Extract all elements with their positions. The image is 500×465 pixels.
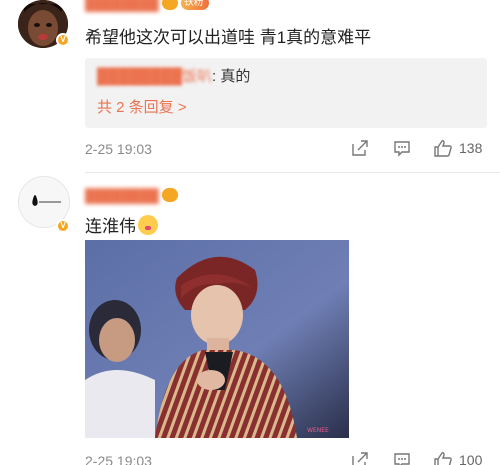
fan-badge[interactable]: 铁粉	[180, 0, 209, 10]
comment-button[interactable]	[393, 451, 411, 465]
comment-text-content: 连淮伟	[85, 217, 136, 236]
comment-icon	[394, 141, 410, 157]
timestamp: 2-25 19:03	[85, 141, 152, 157]
share-icon	[352, 452, 368, 465]
reply-username[interactable]: ████████饭叭	[97, 68, 212, 85]
like-icon	[434, 452, 452, 465]
emoji-icon	[138, 215, 158, 235]
comment-meta: 2-25 19:03 100	[85, 451, 487, 465]
share-button[interactable]	[351, 139, 369, 157]
comment-item: V ████████ 连淮伟 WENEE 2-25 19:03 100	[0, 176, 500, 465]
username-row: ████████	[85, 186, 178, 204]
like-count: 138	[459, 140, 483, 156]
divider	[85, 172, 500, 173]
share-button[interactable]	[351, 451, 369, 465]
comment-text: 希望他这次可以出道哇 青1真的意难平	[85, 28, 372, 47]
like-icon	[434, 140, 452, 157]
share-icon	[352, 140, 368, 156]
username[interactable]: ████████	[85, 0, 159, 11]
like-button[interactable]: 100	[433, 451, 482, 465]
like-button[interactable]: 138	[433, 139, 482, 157]
comment-item: V ████████ 铁粉 希望他这次可以出道哇 青1真的意难平 ███████…	[0, 0, 500, 172]
fan-heart-icon	[161, 0, 178, 10]
verified-badge-icon: V	[56, 219, 70, 233]
reply-text: : 真的	[212, 68, 251, 85]
verified-badge-icon: V	[56, 33, 70, 47]
comment-button[interactable]	[393, 139, 411, 157]
username-row: ████████ 铁粉	[85, 0, 209, 12]
like-count: 100	[459, 452, 483, 465]
comment-icon	[394, 453, 410, 465]
svg-text:WENEE: WENEE	[307, 427, 329, 434]
comment-image[interactable]: WENEE	[85, 240, 349, 438]
fan-heart-icon	[161, 188, 178, 202]
timestamp: 2-25 19:03	[85, 453, 152, 465]
comment-meta: 2-25 19:03 138	[85, 139, 487, 161]
comment-text: 连淮伟	[85, 212, 158, 237]
more-replies-link[interactable]: 共 2 条回复 >	[97, 96, 187, 117]
username[interactable]: ████████	[85, 188, 159, 203]
reply-box[interactable]: ████████饭叭: 真的 共 2 条回复 >	[85, 58, 487, 128]
reply-item: ████████饭叭: 真的	[97, 65, 250, 86]
